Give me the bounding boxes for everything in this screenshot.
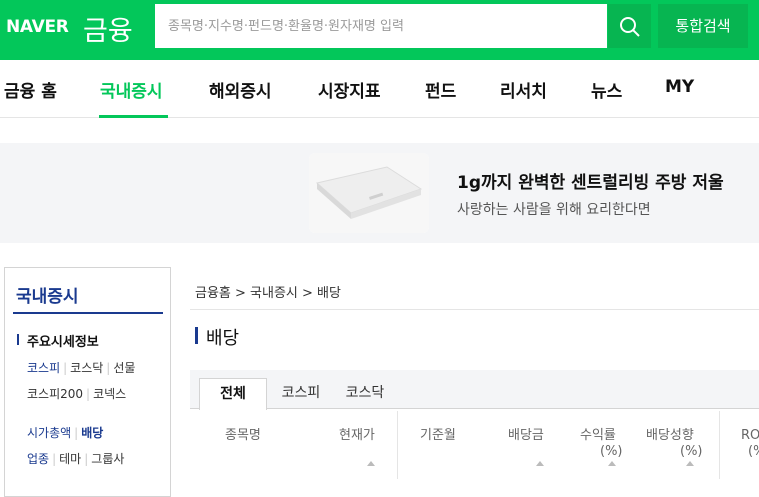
main-nav: 금융 홈 국내증시 해외증시 시장지표 펀드 리서치 뉴스 MY [0, 60, 759, 118]
top-header: NAVER 금융 통합검색 [0, 0, 759, 60]
sidebar-item-konex[interactable]: 코넥스 [93, 387, 126, 401]
sidebar-item-kospi200[interactable]: 코스피200 [27, 387, 83, 401]
left-sidebar: 국내증시 주요시세정보 코스피 | 코스닥 | 선물 코스피200 | 코넥스 시가총액 | 배… [4, 267, 171, 497]
banner-subtitle: 사랑하는 사람을 위해 요리한다면 [457, 202, 651, 218]
market-tabs: 전체 코스피 코스닥 [190, 370, 759, 410]
col-roe[interactable]: RO [741, 428, 759, 444]
sort-arrow-icon[interactable] [367, 461, 375, 466]
nav-active-underline [99, 115, 168, 118]
col-payout-unit: (%) [680, 444, 703, 459]
sidebar-item-kospi[interactable]: 코스피 [27, 361, 60, 375]
tab-kospi[interactable]: 코스피 [278, 378, 324, 409]
search-box [155, 4, 750, 48]
col-base-month[interactable]: 기준월 [420, 428, 456, 444]
sidebar-row-1: 코스피 | 코스닥 | 선물 [27, 359, 135, 376]
nav-my[interactable]: MY [665, 77, 694, 97]
nav-world-stock[interactable]: 해외증시 [209, 77, 272, 102]
nav-research[interactable]: 리서치 [500, 77, 547, 102]
col-yield[interactable]: 수익률 [580, 428, 616, 444]
sidebar-item-dividend[interactable]: 배당 [81, 426, 103, 440]
col-dividend[interactable]: 배당금 [508, 428, 544, 444]
sidebar-separator: | [106, 361, 111, 375]
sort-arrow-icon[interactable] [686, 461, 694, 466]
col-payout-ratio[interactable]: 배당성향 [646, 428, 694, 444]
column-separator [397, 411, 398, 479]
search-icon [620, 17, 640, 37]
sidebar-item-futures[interactable]: 선물 [113, 361, 135, 375]
search-input[interactable] [155, 4, 575, 48]
sidebar-item-kosdaq[interactable]: 코스닥 [70, 361, 103, 375]
section-marker [17, 334, 19, 345]
ad-banner[interactable]: 1g까지 완벽한 센트럴리빙 주방 저울 사랑하는 사람을 위해 요리한다면 [0, 143, 759, 243]
col-yield-unit: (%) [600, 444, 623, 459]
column-separator [719, 411, 720, 479]
col-roe-unit: (% [748, 444, 759, 459]
sort-arrow-icon[interactable] [608, 461, 616, 466]
sidebar-row-2: 코스피200 | 코넥스 [27, 385, 126, 402]
page-title-marker [195, 327, 198, 344]
sidebar-title-underline [13, 312, 163, 314]
page-title: 배당 [206, 328, 240, 349]
nav-market-index[interactable]: 시장지표 [318, 77, 381, 102]
col-stock-name: 종목명 [225, 428, 261, 443]
sidebar-row-3: 시가총액 | 배당 [27, 424, 103, 441]
nav-news[interactable]: 뉴스 [591, 77, 622, 102]
sidebar-item-theme[interactable]: 테마 [59, 452, 81, 466]
sidebar-item-market-cap[interactable]: 시가총액 [27, 426, 71, 440]
finance-logo[interactable]: 금융 [83, 9, 133, 48]
sidebar-separator: | [84, 452, 89, 466]
naver-logo[interactable]: NAVER [6, 17, 69, 37]
nav-domestic-stock[interactable]: 국내증시 [100, 77, 163, 102]
tab-kosdaq[interactable]: 코스닥 [342, 378, 388, 409]
sidebar-section-title: 주요시세정보 [27, 335, 99, 350]
sidebar-item-sector[interactable]: 업종 [27, 452, 49, 466]
nav-fund[interactable]: 펀드 [425, 77, 456, 102]
sidebar-separator: | [63, 361, 68, 375]
search-button[interactable] [608, 4, 651, 48]
sidebar-row-4: 업종 | 테마 | 그룹사 [27, 450, 124, 467]
col-current-price[interactable]: 현재가 [339, 428, 375, 444]
kitchen-scale-image[interactable] [309, 153, 429, 233]
sidebar-title[interactable]: 국내증시 [16, 282, 79, 307]
banner-title[interactable]: 1g까지 완벽한 센트럴리빙 주방 저울 [457, 168, 724, 193]
nav-finance-home[interactable]: 금융 홈 [4, 77, 57, 102]
breadcrumb-divider [190, 309, 759, 310]
sidebar-separator: | [52, 452, 57, 466]
tab-all[interactable]: 전체 [199, 378, 267, 410]
total-search-button[interactable]: 통합검색 [658, 4, 748, 48]
sidebar-separator: | [74, 426, 79, 440]
sort-arrow-icon[interactable] [536, 461, 544, 466]
sidebar-separator: | [86, 387, 91, 401]
breadcrumb[interactable]: 금융홈 > 국내증시 > 배당 [195, 282, 341, 301]
sidebar-item-group[interactable]: 그룹사 [91, 452, 124, 466]
